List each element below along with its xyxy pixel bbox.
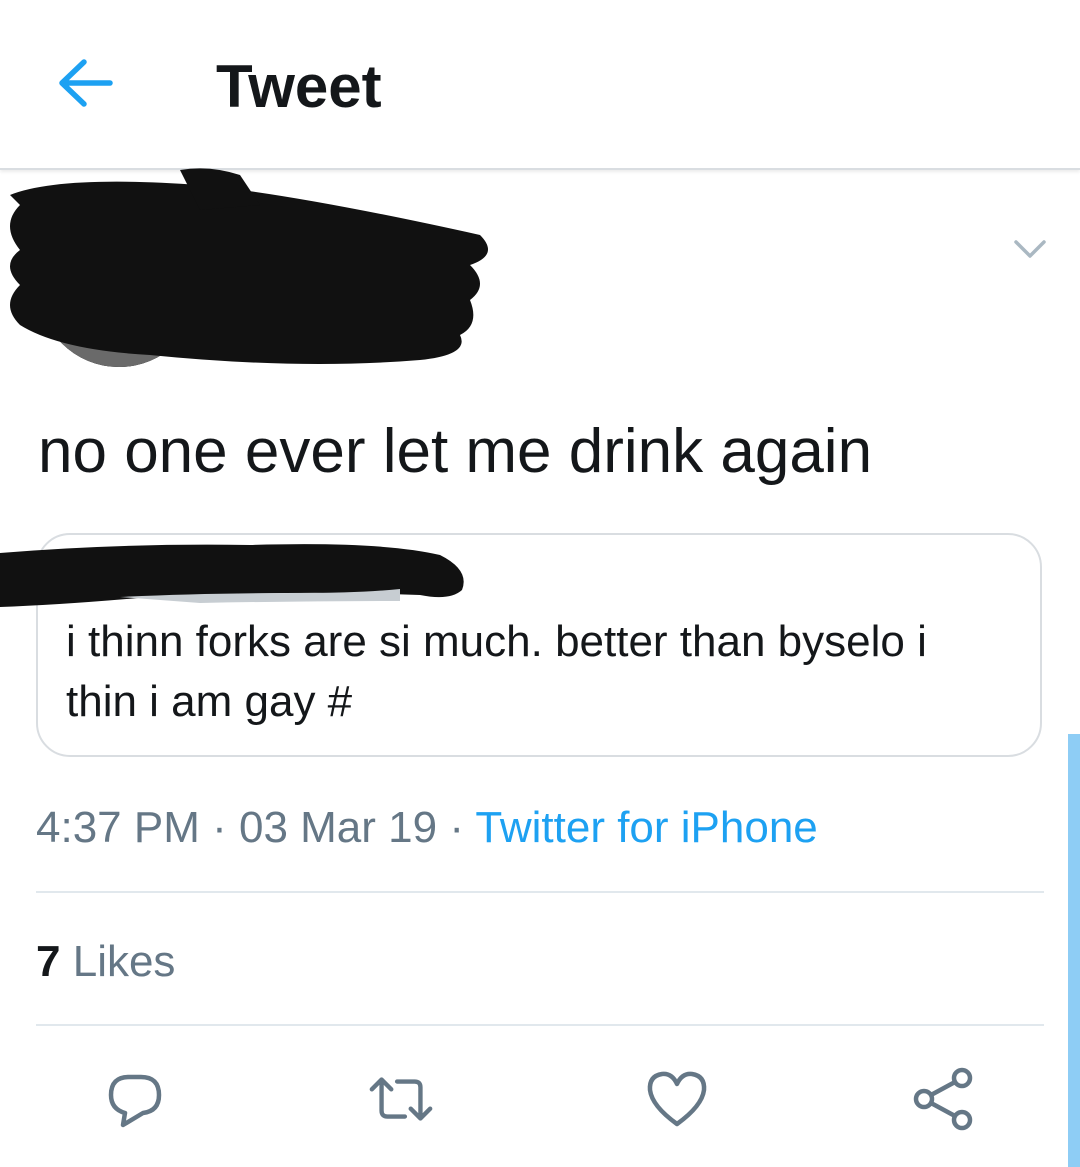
share-icon <box>913 1067 973 1131</box>
tweet-source-link[interactable]: Twitter for iPhone <box>475 803 817 852</box>
tweet-detail-screen: Tweet no one ever let me drink again i t… <box>0 0 1080 1167</box>
tweet-text: no one ever let me drink again <box>38 417 873 486</box>
meta-separator: · <box>437 803 476 852</box>
likes-label: Likes <box>72 937 176 986</box>
reply-icon <box>108 1074 162 1128</box>
like-button[interactable] <box>642 1066 712 1132</box>
tweet-date: 03 Mar 19 <box>238 803 438 852</box>
arrow-left-icon <box>59 59 113 107</box>
divider <box>36 1024 1044 1026</box>
tweet-options-button[interactable] <box>1010 232 1050 266</box>
heart-icon <box>647 1071 707 1127</box>
likes-count: 7 <box>36 937 61 986</box>
divider <box>36 891 1044 893</box>
retweet-button[interactable] <box>366 1066 436 1132</box>
page-title: Tweet <box>216 53 382 120</box>
avatar[interactable] <box>38 205 200 367</box>
tweet-time: 4:37 PM <box>36 803 200 852</box>
app-header: Tweet <box>0 0 1080 170</box>
share-button[interactable] <box>908 1066 978 1132</box>
chevron-down-icon <box>1014 240 1046 258</box>
avatar-image <box>38 205 200 367</box>
back-button[interactable] <box>52 50 118 116</box>
scrollbar[interactable] <box>1068 734 1080 1167</box>
likes-link[interactable]: 7 Likes <box>36 934 175 990</box>
reply-button[interactable] <box>100 1066 170 1132</box>
quoted-tweet-text: i thinn forks are si much. better than b… <box>66 617 927 726</box>
meta-separator: · <box>199 803 239 852</box>
retweet-icon <box>369 1077 433 1121</box>
tweet-meta: 4:37 PM · 03 Mar 19 · Twitter for iPhone <box>36 800 818 856</box>
